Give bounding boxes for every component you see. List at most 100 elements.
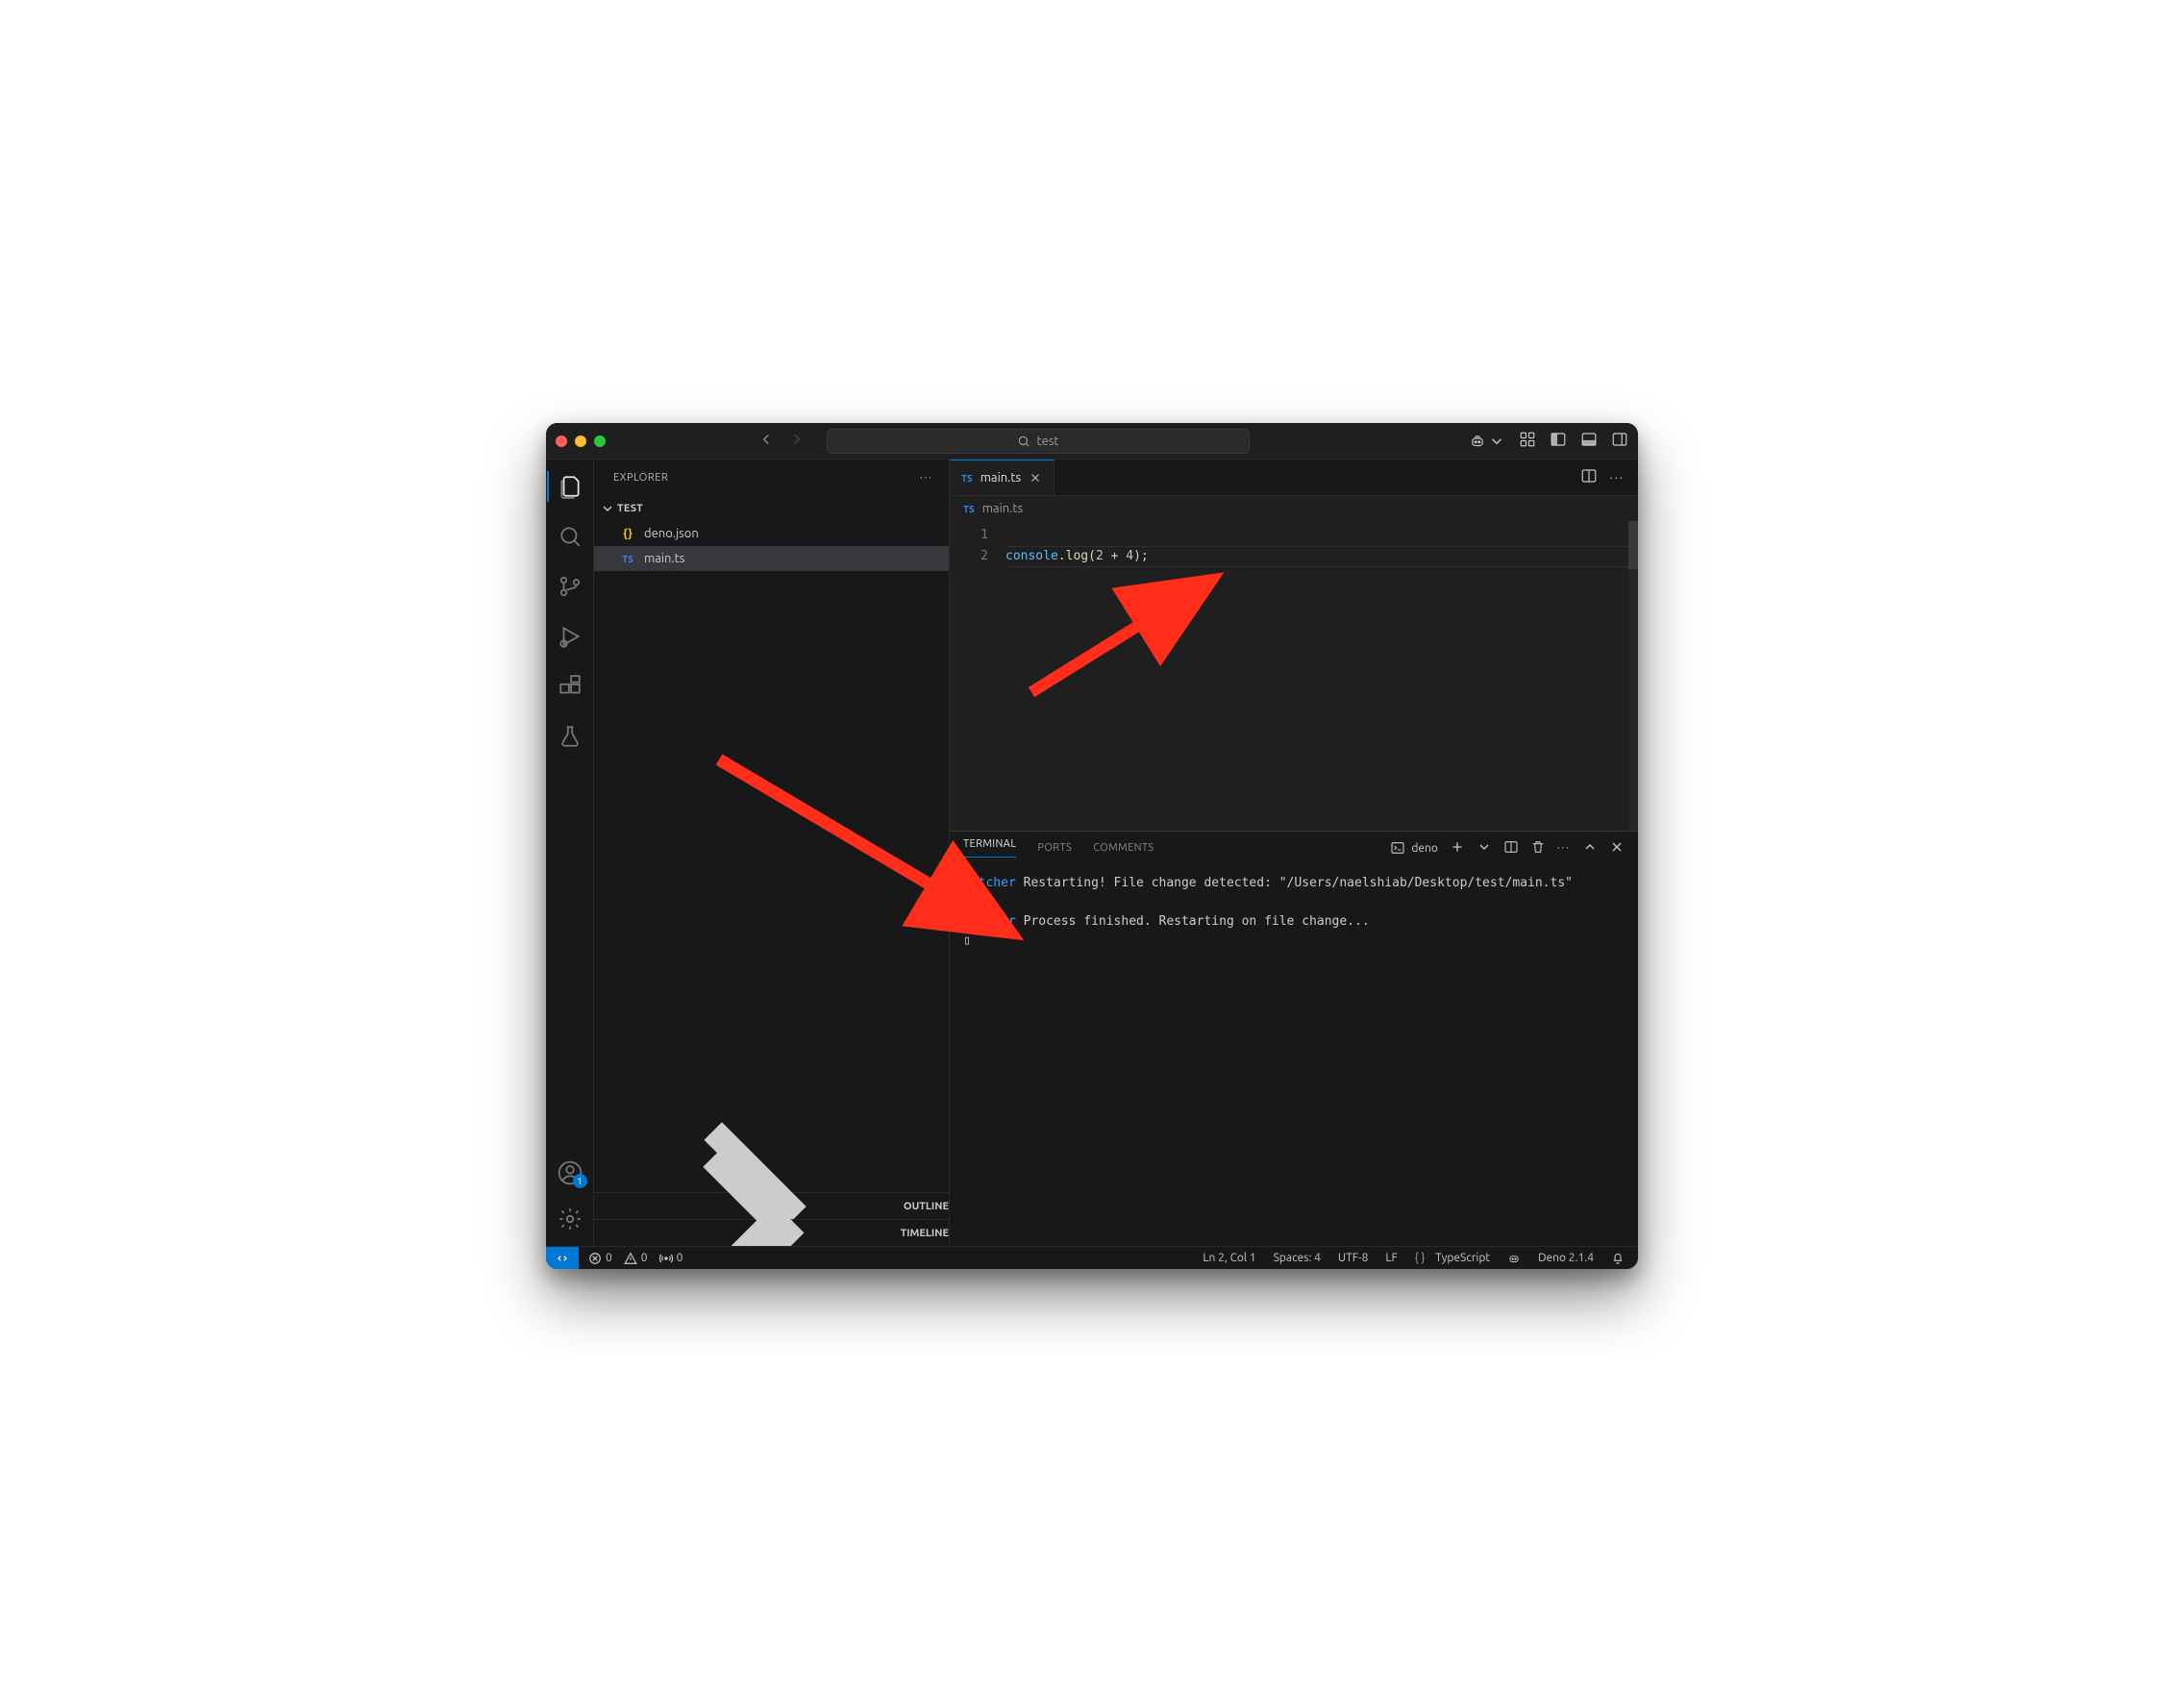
split-terminal-button[interactable] (1503, 839, 1519, 858)
term-text: Restarting! File change detected: "/User… (1016, 876, 1573, 890)
activity-accounts[interactable]: 1 (547, 1154, 593, 1192)
status-eol[interactable]: LF (1385, 1252, 1397, 1264)
editor-more-button[interactable]: ··· (1609, 471, 1625, 485)
panel-more-button[interactable]: ··· (1557, 842, 1571, 854)
explorer-sidebar: EXPLORER ··· TEST {} deno.json TS main.t… (594, 460, 950, 1246)
file-row[interactable]: TS main.ts (594, 546, 949, 571)
maximize-panel-button[interactable] (1582, 839, 1598, 858)
nav-back-button[interactable] (757, 431, 775, 451)
activity-testing[interactable] (547, 717, 593, 756)
activity-bar: 1 (546, 460, 594, 1246)
close-window-button[interactable] (556, 435, 567, 447)
copilot-button[interactable] (1469, 433, 1505, 450)
files-icon (558, 474, 583, 499)
timeline-section[interactable]: TIMELINE (594, 1219, 949, 1246)
term-prefix: Watcher (963, 914, 1016, 929)
play-bug-icon (558, 624, 583, 649)
sidebar-title: EXPLORER (613, 472, 668, 484)
status-lncol[interactable]: Ln 2, Col 1 (1203, 1252, 1255, 1264)
line-number: 1 (950, 525, 988, 546)
token-number: 4 (1126, 549, 1133, 563)
token-punct: ) (1133, 549, 1141, 563)
editor-group: TS main.ts ··· TS main.ts 1 2 console. (950, 460, 1638, 1246)
json-file-icon: {} (619, 528, 636, 540)
title-bar: test (546, 423, 1638, 460)
term-text: Process finished. Restarting on file cha… (1016, 914, 1370, 929)
activity-extensions[interactable] (547, 667, 593, 706)
sidebar-header: EXPLORER ··· (594, 460, 949, 496)
nav-arrows (757, 431, 806, 451)
language-label: TypeScript (1435, 1252, 1490, 1264)
panel-tab-terminal[interactable]: TERMINAL (963, 838, 1016, 858)
status-bar: 0 0 0 Ln 2, Col 1 Spaces: 4 UTF-8 LF { }… (546, 1246, 1638, 1269)
command-center-search[interactable]: test (827, 429, 1250, 454)
outline-label: OUTLINE (904, 1201, 949, 1212)
customize-layout-button[interactable] (1519, 431, 1536, 451)
token-object: console (1005, 549, 1058, 563)
toggle-panel-right-button[interactable] (1611, 431, 1628, 451)
error-icon (588, 1252, 602, 1265)
status-copilot[interactable] (1507, 1252, 1521, 1265)
terminal-dropdown[interactable] (1477, 839, 1492, 858)
gear-icon (558, 1207, 583, 1232)
sidebar-more-button[interactable]: ··· (920, 472, 933, 484)
activity-explorer[interactable] (547, 467, 593, 506)
code-editor[interactable]: 1 2 console.log(2 + 4); (950, 521, 1638, 831)
panel-tab-ports[interactable]: PORTS (1037, 842, 1072, 854)
chevron-up-icon (1582, 839, 1598, 855)
nav-forward-button[interactable] (788, 431, 806, 451)
terminal-name-label: deno (1411, 842, 1438, 855)
file-name: main.ts (644, 552, 684, 565)
remote-button[interactable] (546, 1247, 579, 1269)
status-encoding[interactable]: UTF-8 (1338, 1252, 1368, 1264)
breadcrumb-file: main.ts (982, 502, 1023, 515)
token-punct: . (1058, 549, 1066, 563)
close-tab-icon[interactable] (1029, 471, 1042, 485)
minimap[interactable] (1628, 521, 1638, 831)
terminal-output[interactable]: Watcher Restarting! File change detected… (950, 864, 1638, 1246)
close-icon (1609, 839, 1625, 855)
code-content[interactable]: console.log(2 + 4); (1005, 521, 1638, 831)
editor-tab[interactable]: TS main.ts (950, 460, 1055, 495)
file-row[interactable]: {} deno.json (594, 521, 949, 546)
status-spaces[interactable]: Spaces: 4 (1274, 1252, 1321, 1264)
chevron-down-icon (1488, 433, 1505, 450)
status-deno[interactable]: Deno 2.1.4 (1538, 1252, 1594, 1264)
token-punct: ( (1088, 549, 1096, 563)
toggle-panel-bottom-button[interactable] (1580, 431, 1598, 451)
branch-icon (558, 574, 583, 599)
activity-source-control[interactable] (547, 567, 593, 606)
term-cursor: ▯ (963, 933, 971, 948)
terminal-name[interactable]: deno (1390, 840, 1438, 856)
status-warnings[interactable]: 0 (624, 1252, 648, 1265)
breadcrumb[interactable]: TS main.ts (950, 496, 1638, 521)
activity-search[interactable] (547, 517, 593, 556)
panel-left-icon (1550, 431, 1567, 448)
folder-header[interactable]: TEST (594, 496, 949, 521)
tab-label: main.ts (980, 471, 1021, 485)
braces-icon: { } (1415, 1252, 1426, 1264)
beaker-icon (558, 724, 583, 749)
trash-icon (1530, 839, 1546, 855)
warning-count: 0 (641, 1252, 648, 1264)
status-language[interactable]: { } TypeScript (1415, 1252, 1490, 1264)
status-ports[interactable]: 0 (659, 1252, 683, 1265)
status-notifications[interactable] (1611, 1252, 1625, 1265)
file-name: deno.json (644, 527, 699, 540)
activity-settings[interactable] (547, 1200, 593, 1238)
new-terminal-button[interactable] (1450, 839, 1465, 858)
window-controls (556, 435, 606, 447)
close-panel-button[interactable] (1609, 839, 1625, 858)
grid-icon (1519, 431, 1536, 448)
maximize-window-button[interactable] (594, 435, 606, 447)
copilot-icon (1507, 1252, 1521, 1265)
minimize-window-button[interactable] (575, 435, 586, 447)
toggle-panel-left-button[interactable] (1550, 431, 1567, 451)
kill-terminal-button[interactable] (1530, 839, 1546, 858)
split-editor-button[interactable] (1580, 467, 1598, 487)
split-icon (1580, 467, 1598, 485)
activity-run-debug[interactable] (547, 617, 593, 656)
search-text: test (1036, 435, 1058, 448)
status-errors[interactable]: 0 (588, 1252, 612, 1265)
panel-tab-comments[interactable]: COMMENTS (1093, 842, 1154, 854)
